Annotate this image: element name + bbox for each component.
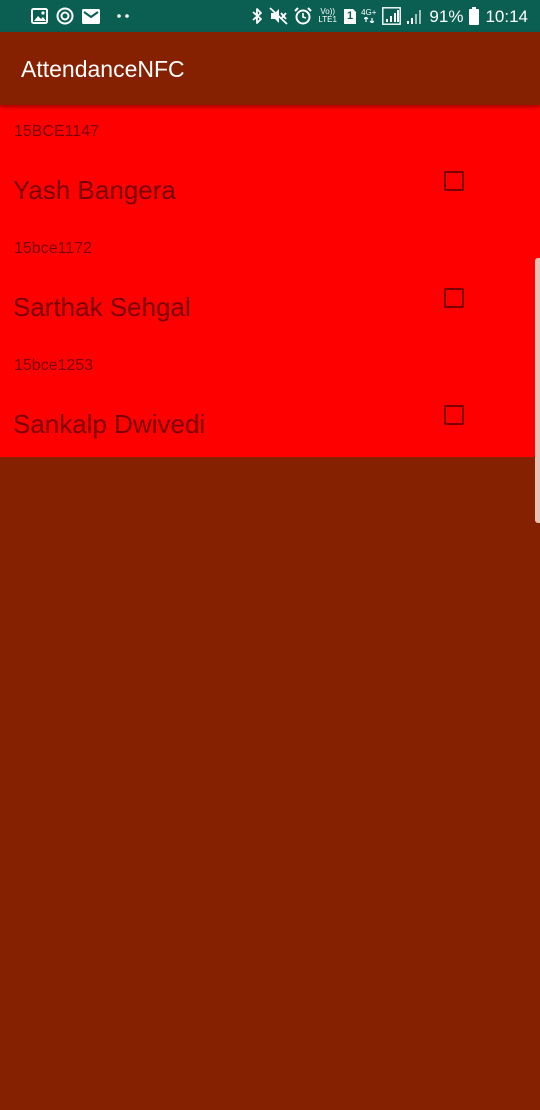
student-name: Sarthak Sehgal [13,292,191,322]
app-title: AttendanceNFC [21,56,185,82]
status-bar: Vo)) LTE1 1 4G+ 91% 10:14 [0,0,540,32]
volte-icon: Vo)) LTE1 [318,8,337,24]
student-name: Sankalp Dwivedi [13,409,206,439]
network-label: 4G+ [361,8,377,17]
student-name: Yash Bangera [13,175,176,205]
status-bar-right: Vo)) LTE1 1 4G+ 91% 10:14 [252,7,528,25]
battery-icon [469,7,480,25]
alarm-icon [294,7,313,25]
image-icon [31,8,48,24]
attendance-checkbox[interactable] [444,405,464,425]
sim-label: 1 [346,10,354,22]
roll-number: 15BCE1147 [14,123,100,140]
more-dots-icon [116,13,130,19]
status-bar-left [31,7,130,25]
list-item: 15bce1172 Sarthak Sehgal [0,222,540,339]
network-4g-icon: 4G+ [361,9,376,23]
roll-number: 15bce1172 [14,240,92,257]
attendance-checkbox[interactable] [444,171,464,191]
app-bar: AttendanceNFC [0,32,540,105]
mute-icon [269,7,289,25]
signal-icon [382,7,402,25]
student-list: 15BCE1147 Yash Bangera 15bce1172 Sarthak… [0,105,540,457]
bluetooth-icon [252,7,263,25]
attendance-checkbox[interactable] [444,288,464,308]
list-item: 15BCE1147 Yash Bangera [0,105,540,222]
volte-label-bottom: LTE1 [318,15,337,24]
circle-target-icon [56,7,74,25]
sim-icon: 1 [343,8,363,25]
battery-percent: 91% [429,6,464,26]
mail-icon [82,8,100,24]
scrollbar[interactable] [535,258,540,523]
clock: 10:14 [485,6,528,26]
list-item: 15bce1253 Sankalp Dwivedi [0,339,540,456]
signal-secondary-icon [407,8,423,24]
roll-number: 15bce1253 [14,357,94,374]
